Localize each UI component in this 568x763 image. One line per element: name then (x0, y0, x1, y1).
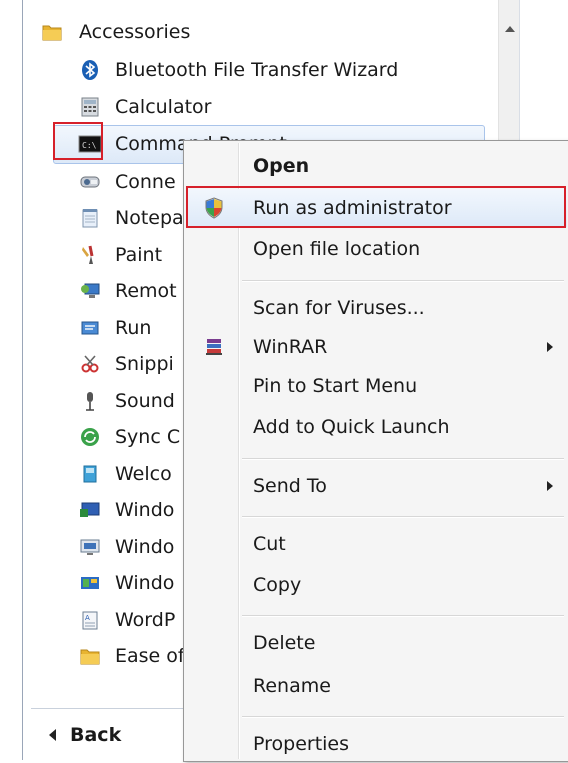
folder-label: Ease of (115, 645, 185, 668)
menu-item-label: Delete (253, 632, 316, 654)
list-item-label: Sound (115, 389, 175, 412)
menu-item-rename[interactable]: Rename (186, 667, 567, 705)
menu-item-delete[interactable]: Delete (186, 624, 567, 662)
menu-item-add-to-quick-launch[interactable]: Add to Quick Launch (186, 408, 567, 446)
run-icon (78, 316, 102, 340)
menu-item-winrar[interactable]: WinRAR (186, 328, 567, 366)
list-item-label: Windo (115, 535, 175, 558)
menu-item-properties[interactable]: Properties (186, 725, 567, 763)
highlight-box-run-as-administrator (186, 186, 566, 228)
menu-item-label: Scan for Viruses... (253, 297, 425, 319)
windows-sidebar-icon (78, 571, 102, 595)
scroll-up-arrow-icon[interactable] (505, 26, 515, 32)
menu-separator (242, 615, 564, 617)
windows-explorer-icon (78, 498, 102, 522)
back-arrow-icon (49, 729, 56, 741)
folder-icon (40, 20, 64, 44)
sync-center-icon (78, 425, 102, 449)
folder-icon (78, 644, 102, 668)
menu-item-label: Add to Quick Launch (253, 416, 450, 438)
menu-item-label: Pin to Start Menu (253, 375, 418, 397)
notepad-icon (78, 206, 102, 230)
list-item-label: Calculator (115, 95, 212, 118)
submenu-arrow-icon (547, 342, 553, 352)
list-item[interactable]: Bluetooth File Transfer Wizard (23, 52, 493, 89)
list-item-label: Conne (115, 170, 176, 193)
list-item-label: Run (115, 316, 152, 339)
snipping-tool-icon (78, 352, 102, 376)
list-item-label: Welco (115, 462, 172, 485)
menu-item-label: Copy (253, 574, 302, 596)
list-item[interactable]: Calculator (23, 89, 493, 126)
menu-item-open-file-location[interactable]: Open file location (186, 230, 567, 268)
menu-item-send-to[interactable]: Send To (186, 467, 567, 505)
back-label: Back (70, 724, 122, 746)
list-item-label: Bluetooth File Transfer Wizard (115, 59, 399, 82)
menu-item-label: Open file location (253, 238, 421, 260)
back-button[interactable]: Back (49, 720, 121, 750)
list-item-label: Notepa (115, 207, 184, 230)
list-item-label: Windo (115, 499, 175, 522)
menu-item-label: Properties (253, 733, 350, 755)
list-item-label: Remot (115, 280, 177, 303)
bluetooth-icon (78, 58, 102, 82)
menu-item-label: Send To (253, 475, 327, 497)
menu-item-label: WinRAR (253, 336, 328, 358)
remote-desktop-icon (78, 279, 102, 303)
context-menu: Open Run as administrator Open file loca… (183, 140, 568, 762)
submenu-arrow-icon (547, 481, 553, 491)
welcome-center-icon (78, 462, 102, 486)
menu-separator (242, 716, 564, 718)
menu-separator (242, 280, 564, 282)
folder-label: Accessories (79, 21, 191, 43)
wordpad-icon: A (78, 608, 102, 632)
menu-item-cut[interactable]: Cut (186, 525, 567, 563)
calculator-icon (78, 95, 102, 119)
menu-item-open[interactable]: Open (186, 147, 567, 185)
winrar-icon (202, 335, 226, 359)
paint-icon (78, 243, 102, 267)
menu-item-label: Rename (253, 675, 331, 697)
connect-projector-icon (78, 170, 102, 194)
list-item-label: Paint (115, 243, 163, 266)
menu-item-scan-for-viruses[interactable]: Scan for Viruses... (186, 289, 567, 327)
folder-accessories[interactable]: Accessories (23, 12, 493, 52)
list-item-label: Snippi (115, 353, 174, 376)
svg-text:A: A (85, 614, 90, 622)
highlight-box-command-prompt (53, 122, 103, 160)
list-item-label: Windo (115, 572, 175, 595)
menu-separator (242, 458, 564, 460)
menu-item-copy[interactable]: Copy (186, 566, 567, 604)
menu-item-label: Open (253, 155, 310, 177)
list-item-label: WordP (115, 608, 176, 631)
menu-item-label: Cut (253, 533, 286, 555)
list-item-label: Sync C (115, 426, 181, 449)
menu-item-pin-to-start-menu[interactable]: Pin to Start Menu (186, 367, 567, 405)
sound-recorder-icon (78, 389, 102, 413)
menu-separator (242, 516, 564, 518)
windows-mobility-icon (78, 535, 102, 559)
